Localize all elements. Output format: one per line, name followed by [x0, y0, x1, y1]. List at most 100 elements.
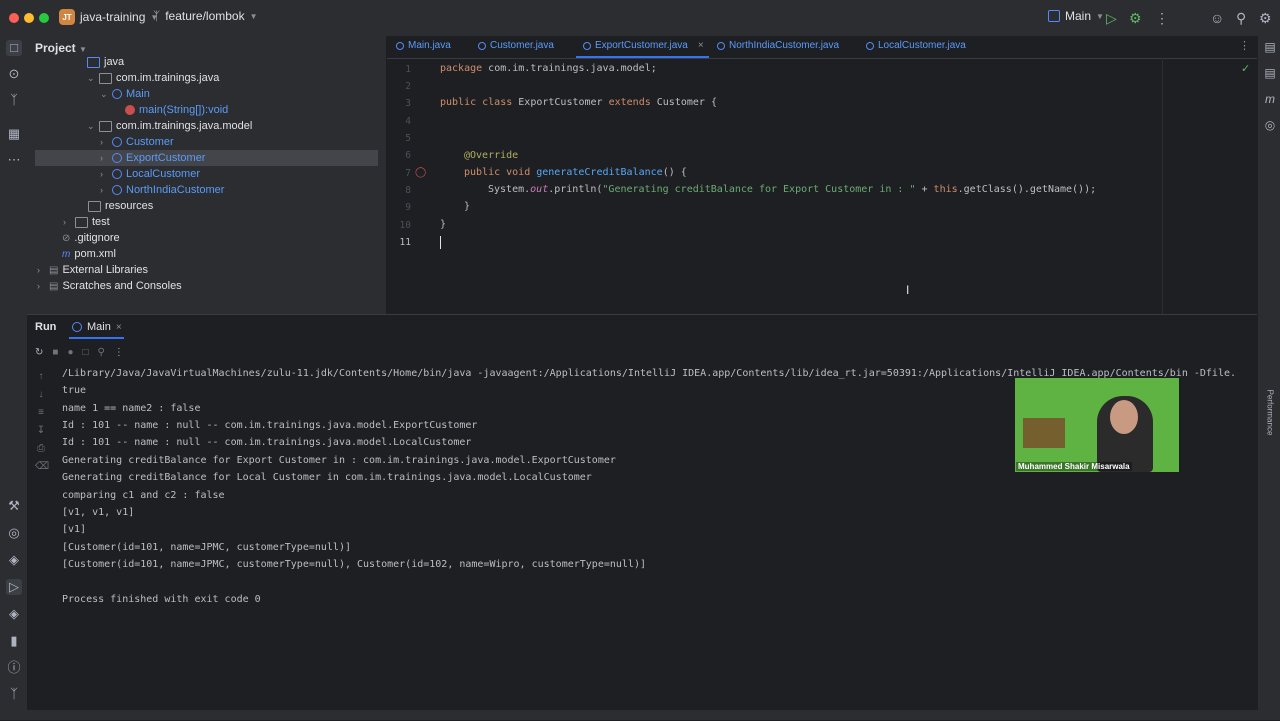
- minimize-window-button[interactable]: [24, 13, 34, 23]
- run-icon[interactable]: ▷: [1106, 10, 1117, 27]
- tree-item-test[interactable]: › test: [63, 214, 110, 230]
- title-bar: JT java-training ▼ ᛉ feature/lombok ▼ Ma…: [0, 0, 1280, 37]
- trash-icon[interactable]: ⌫: [35, 461, 49, 472]
- notifications-icon[interactable]: ▤: [1262, 40, 1278, 54]
- commit-icon[interactable]: ⊙: [6, 66, 22, 82]
- webcam-overlay: Muhammed Shakir Misarwala: [1015, 378, 1179, 472]
- tree-item-northindiacustomer[interactable]: › NorthIndiaCustomer: [100, 182, 224, 198]
- editor-right-margin: [1162, 58, 1163, 314]
- rerun-icon[interactable]: ↻: [35, 347, 43, 358]
- tab-localcustomer-java[interactable]: LocalCustomer.java: [866, 40, 966, 51]
- layers-icon[interactable]: ◈: [6, 552, 22, 568]
- chevron-right-icon[interactable]: ›: [100, 185, 108, 195]
- class-icon: [112, 153, 122, 163]
- close-icon[interactable]: ×: [698, 40, 704, 51]
- folder-icon: [75, 216, 88, 228]
- zoom-window-button[interactable]: [39, 13, 49, 23]
- tree-item-method[interactable]: main(String[]):void: [125, 102, 228, 118]
- chevron-right-icon[interactable]: ›: [63, 217, 71, 227]
- code-line-9: }: [464, 201, 471, 212]
- console-line: [Customer(id=101, name=JPMC, customerTyp…: [62, 542, 351, 553]
- active-tab-indicator: [576, 56, 709, 58]
- build-icon[interactable]: ⚒: [6, 498, 22, 514]
- settings-icon[interactable]: ⚙: [1259, 10, 1272, 27]
- mouse-cursor-icon: I: [906, 283, 910, 297]
- git-icon[interactable]: ᛉ: [6, 686, 22, 702]
- more-actions-icon[interactable]: ⋮: [114, 347, 124, 358]
- chevron-right-icon[interactable]: ›: [100, 137, 108, 147]
- search-icon[interactable]: ⚲: [98, 347, 105, 358]
- line-number: 11: [399, 237, 411, 248]
- copilot-icon[interactable]: ◎: [1262, 118, 1278, 132]
- tree-item-package[interactable]: ⌄ com.im.trainings.java.model: [87, 118, 252, 134]
- print-icon[interactable]: ⎙: [35, 443, 47, 454]
- class-icon: [717, 41, 725, 50]
- terminal-icon[interactable]: ▮: [6, 633, 22, 649]
- tree-item-resources[interactable]: resources: [88, 198, 153, 214]
- stack-icon[interactable]: ◈: [6, 606, 22, 622]
- chevron-right-icon[interactable]: ›: [100, 153, 108, 163]
- tab-main-java[interactable]: Main.java: [396, 40, 451, 51]
- more-tools-icon[interactable]: ⋯: [6, 152, 22, 168]
- debug-icon[interactable]: ⚙: [1129, 10, 1142, 27]
- close-icon[interactable]: ×: [116, 322, 122, 333]
- tree-item-package[interactable]: ⌄ com.im.trainings.java: [87, 70, 219, 86]
- chevron-down-icon[interactable]: ⌄: [87, 73, 95, 84]
- restore-layout-icon[interactable]: □: [82, 347, 88, 358]
- database-icon[interactable]: ▤: [1262, 66, 1278, 80]
- chevron-down-icon[interactable]: ⌄: [100, 89, 108, 100]
- run-tab-main[interactable]: Main ×: [72, 321, 122, 333]
- code-editor[interactable]: Main.java Customer.java ExportCustomer.j…: [387, 36, 1257, 314]
- scratches-icon: ▤: [49, 280, 59, 292]
- services-icon[interactable]: ◎: [6, 525, 22, 541]
- tree-item-java[interactable]: java: [87, 54, 124, 70]
- console-line: Generating creditBalance for Export Cust…: [62, 455, 616, 466]
- camera-icon[interactable]: ●: [67, 347, 73, 358]
- stop-icon[interactable]: ■: [52, 347, 58, 358]
- structure-icon[interactable]: ▦: [6, 126, 22, 142]
- pull-requests-icon[interactable]: ᛉ: [6, 92, 22, 108]
- scroll-to-end-icon[interactable]: ↧: [35, 425, 47, 436]
- run-config-selector[interactable]: Main ▼: [1048, 9, 1104, 23]
- tree-item-exportcustomer[interactable]: › ExportCustomer: [35, 150, 378, 166]
- maven-tool-icon[interactable]: m: [1262, 92, 1278, 106]
- soft-wrap-icon[interactable]: ≡: [35, 407, 47, 418]
- console-line: [v1]: [62, 524, 87, 535]
- chevron-down-icon[interactable]: ⌄: [87, 121, 95, 132]
- tree-item-external-libraries[interactable]: › ▤ External Libraries: [37, 262, 148, 278]
- tree-item-gitignore[interactable]: ⊘ .gitignore: [62, 230, 120, 246]
- console-line: Id : 101 -- name : null -- com.im.traini…: [62, 420, 478, 431]
- close-window-button[interactable]: [9, 13, 19, 23]
- scroll-up-icon[interactable]: ↑: [35, 371, 47, 382]
- tab-customer-java[interactable]: Customer.java: [478, 40, 554, 51]
- code-line-7: public void generateCreditBalance() {: [464, 167, 687, 178]
- problems-icon[interactable]: ⓘ: [6, 660, 22, 676]
- project-panel-title[interactable]: Project ▼: [35, 41, 87, 55]
- chevron-right-icon[interactable]: ›: [37, 265, 45, 275]
- tree-item-localcustomer[interactable]: › LocalCustomer: [100, 166, 200, 182]
- tree-item-pom[interactable]: m pom.xml: [62, 246, 116, 262]
- chevron-right-icon[interactable]: ›: [37, 281, 45, 291]
- override-gutter-icon[interactable]: ◯: [415, 167, 426, 178]
- scroll-down-icon[interactable]: ↓: [35, 389, 47, 400]
- project-switcher[interactable]: JT java-training ▼: [59, 9, 158, 25]
- class-icon: [396, 41, 404, 50]
- line-number: 2: [405, 81, 411, 92]
- more-actions-icon[interactable]: ⋮: [1155, 10, 1169, 27]
- tree-item-scratches[interactable]: › ▤ Scratches and Consoles: [37, 278, 182, 294]
- run-panel-title: Run: [35, 321, 57, 333]
- run-tool-icon[interactable]: ▷: [6, 579, 22, 595]
- chevron-right-icon[interactable]: ›: [100, 169, 108, 179]
- performance-tab[interactable]: Performance: [1266, 387, 1275, 439]
- search-icon[interactable]: ⚲: [1236, 10, 1246, 27]
- presenter-head: [1110, 400, 1138, 434]
- tree-item-main[interactable]: ⌄ Main: [100, 86, 150, 102]
- tree-item-customer[interactable]: › Customer: [100, 134, 174, 150]
- tab-exportcustomer-java[interactable]: ExportCustomer.java ×: [583, 40, 704, 51]
- text-caret: [440, 236, 441, 249]
- add-user-icon[interactable]: ☺: [1210, 10, 1224, 26]
- project-tool-icon[interactable]: □: [6, 40, 22, 56]
- branch-switcher[interactable]: ᛉ feature/lombok ▼: [153, 9, 258, 23]
- more-tabs-icon[interactable]: ⋮: [1239, 39, 1250, 52]
- tab-northindiacustomer-java[interactable]: NorthIndiaCustomer.java: [717, 40, 839, 51]
